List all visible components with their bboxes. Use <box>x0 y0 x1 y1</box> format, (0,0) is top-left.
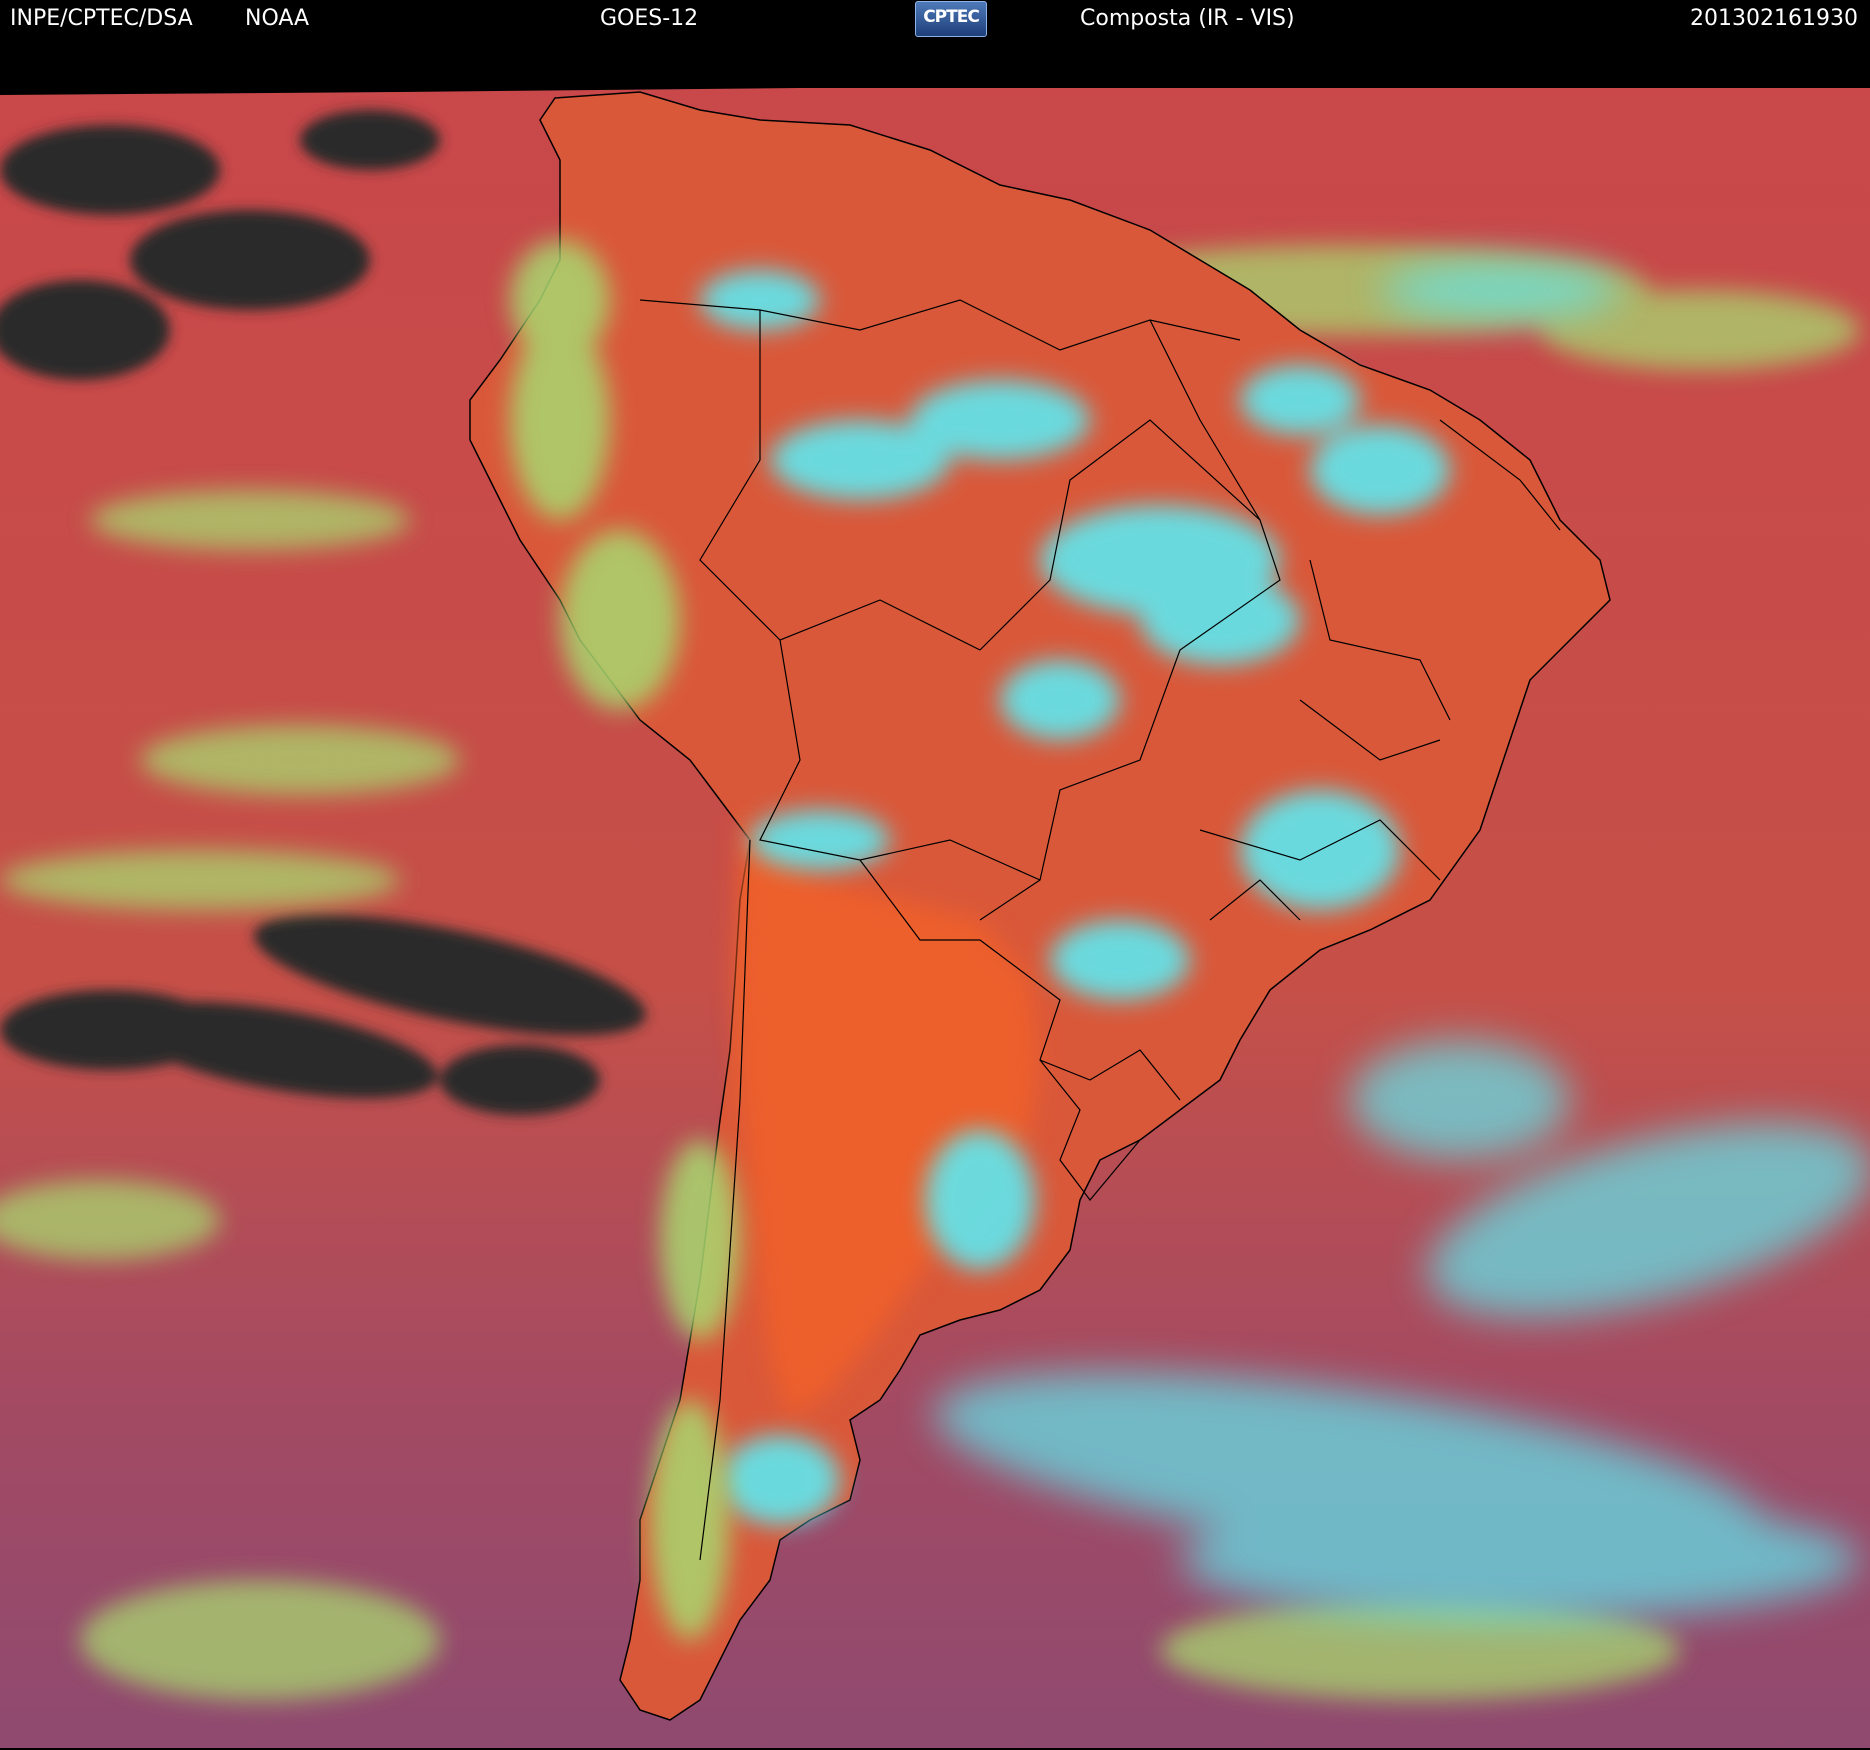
agency-label: NOAA <box>245 6 310 31</box>
satellite-image <box>0 38 1870 1748</box>
satellite-label: GOES-12 <box>600 6 699 31</box>
logo-text: CPTEC <box>923 7 980 27</box>
timestamp-label: 201302161930 <box>1690 6 1858 31</box>
no-data-band <box>0 38 1870 88</box>
org-label: INPE/CPTEC/DSA <box>10 6 193 31</box>
cptec-logo: CPTEC <box>915 1 987 37</box>
product-label: Composta (IR - VIS) <box>1080 6 1295 31</box>
header-bar: INPE/CPTEC/DSA NOAA GOES-12 CPTEC Compos… <box>0 0 1870 38</box>
